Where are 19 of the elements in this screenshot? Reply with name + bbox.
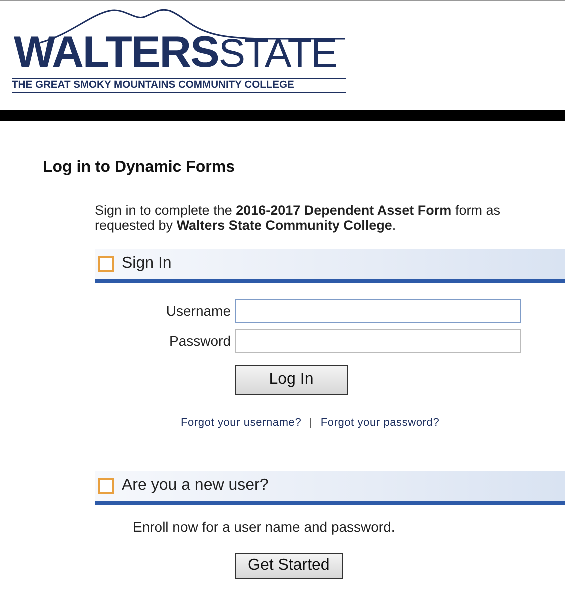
input-field[interactable] <box>235 299 521 323</box>
forgot-password-link[interactable]: Forgot your password? <box>320 417 440 429</box>
enroll-text: Enroll now for a user name and password. <box>133 519 396 535</box>
section-title: Sign In <box>122 255 172 273</box>
page-heading: Log in to Dynamic Forms <box>43 159 236 177</box>
logo-wordmark: WALTERS <box>14 31 219 75</box>
get-started-button[interactable]: Get Started <box>235 553 343 579</box>
logo-tagline: THE GREAT SMOKY MOUNTAINS COMMUNITY COLLEGE <box>12 78 346 93</box>
field-label: Password <box>168 333 231 349</box>
field-label: Username <box>165 303 231 319</box>
section-title: Are you a new user? <box>122 477 269 495</box>
link-separator: | <box>310 417 313 429</box>
square-icon <box>98 256 114 272</box>
intro-text: Sign in to complete the 2016-2017 Dependent Asset Form form as requested by Walters State Community College. <box>95 203 502 233</box>
login-button[interactable]: Log In <box>235 365 348 395</box>
forgot-username-link[interactable]: Forgot your username? <box>181 417 302 429</box>
logo-wordmark: STATE <box>218 34 337 74</box>
input-field[interactable] <box>235 329 521 353</box>
square-icon <box>98 478 114 494</box>
